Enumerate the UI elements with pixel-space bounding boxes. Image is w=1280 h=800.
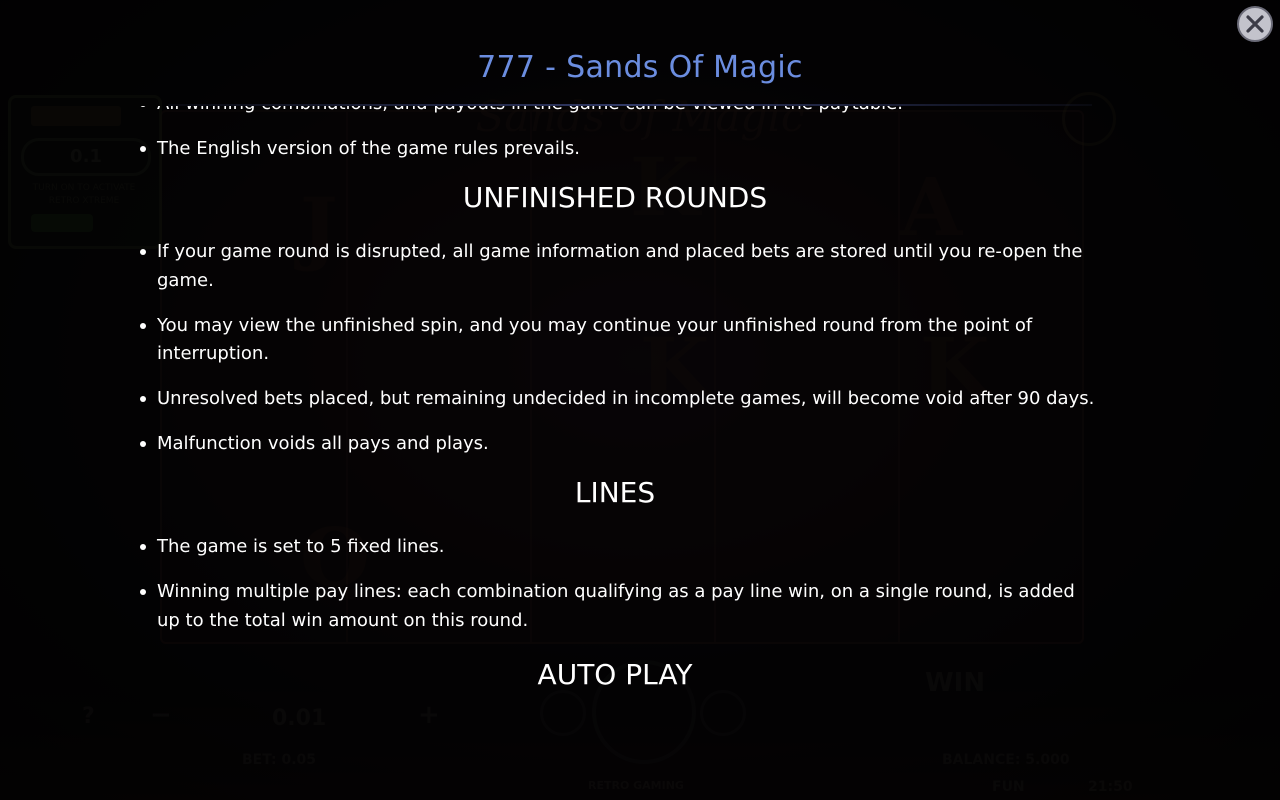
rule-item: The game is set to 5 fixed lines.: [140, 533, 1102, 562]
close-button[interactable]: [1237, 6, 1273, 42]
section-heading-lines: LINES: [574, 476, 656, 509]
rules-intro-list: All winning combinations, and payouts in…: [0, 106, 1280, 164]
rule-item: All winning combinations, and payouts in…: [140, 106, 1102, 119]
rules-content: All winning combinations, and payouts in…: [0, 106, 1280, 715]
rules-unfinished-list: If your game round is disrupted, all gam…: [0, 238, 1280, 459]
rules-lines-list: The game is set to 5 fixed lines. Winnin…: [0, 533, 1280, 635]
section-heading-unfinished-rounds: UNFINISHED ROUNDS: [462, 181, 768, 214]
section-heading-auto-play: AUTO PLAY: [537, 658, 693, 691]
rule-item: Winning multiple pay lines: each combina…: [140, 578, 1102, 635]
rule-item: If your game round is disrupted, all gam…: [140, 238, 1102, 295]
modal-title: 777 - Sands Of Magic: [477, 50, 803, 85]
rules-scroll-area[interactable]: All winning combinations, and payouts in…: [0, 106, 1280, 800]
title-divider: [168, 104, 1092, 106]
rule-item: You may view the unfinished spin, and yo…: [140, 312, 1102, 369]
game-stage: J K A K K Q Sands of Magic 0.1 TURN ON T…: [0, 0, 1280, 800]
modal-header: 777 - Sands Of Magic: [0, 0, 1280, 106]
rule-item: The English version of the game rules pr…: [140, 135, 1102, 164]
rule-item: Malfunction voids all pays and plays.: [140, 430, 1102, 459]
close-icon: [1246, 15, 1264, 33]
rule-item: Unresolved bets placed, but remaining un…: [140, 385, 1102, 414]
